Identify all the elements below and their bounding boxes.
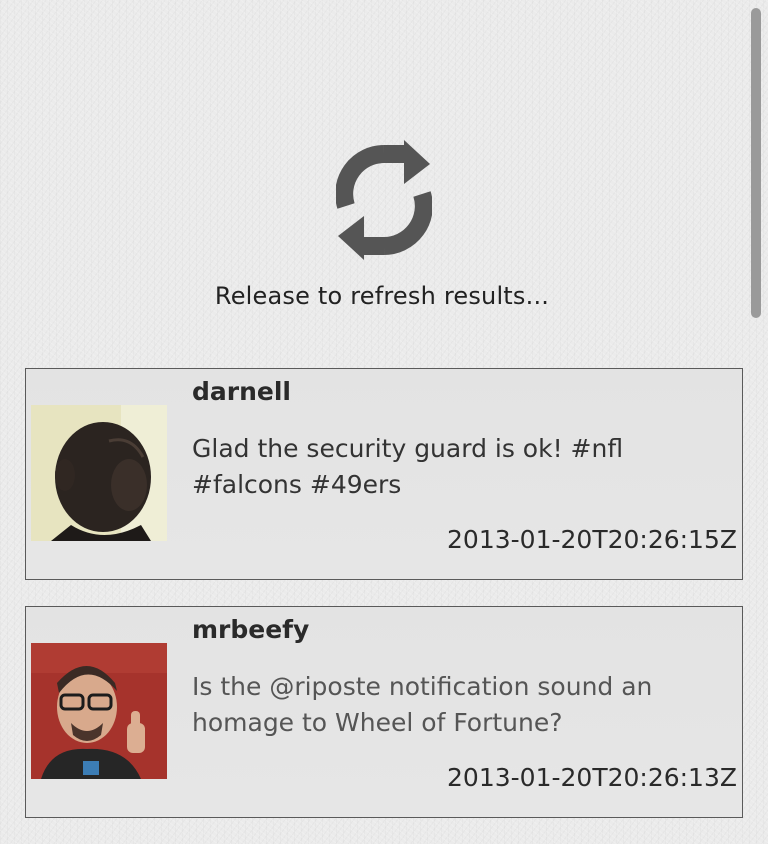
post-username[interactable]: mrbeefy bbox=[192, 615, 309, 644]
refresh-status-text: Release to refresh results... bbox=[214, 282, 550, 310]
post-timestamp: 2013-01-20T20:26:13Z bbox=[447, 763, 737, 792]
post-card[interactable]: darnell Glad the security guard is ok! #… bbox=[25, 368, 743, 580]
post-card[interactable]: mrbeefy Is the @riposte notification sou… bbox=[25, 606, 743, 818]
post-username[interactable]: darnell bbox=[192, 377, 291, 406]
pull-to-refresh: Release to refresh results... bbox=[0, 0, 768, 360]
user-avatar-icon[interactable] bbox=[31, 643, 167, 779]
post-message: Glad the security guard is ok! #nfl #fal… bbox=[192, 434, 624, 499]
post-list: darnell Glad the security guard is ok! #… bbox=[25, 368, 743, 844]
user-avatar-icon[interactable] bbox=[31, 405, 167, 541]
refresh-icon bbox=[335, 140, 433, 260]
post-message: Is the @riposte notification sound an ho… bbox=[192, 672, 653, 737]
post-timestamp: 2013-01-20T20:26:15Z bbox=[447, 525, 737, 554]
